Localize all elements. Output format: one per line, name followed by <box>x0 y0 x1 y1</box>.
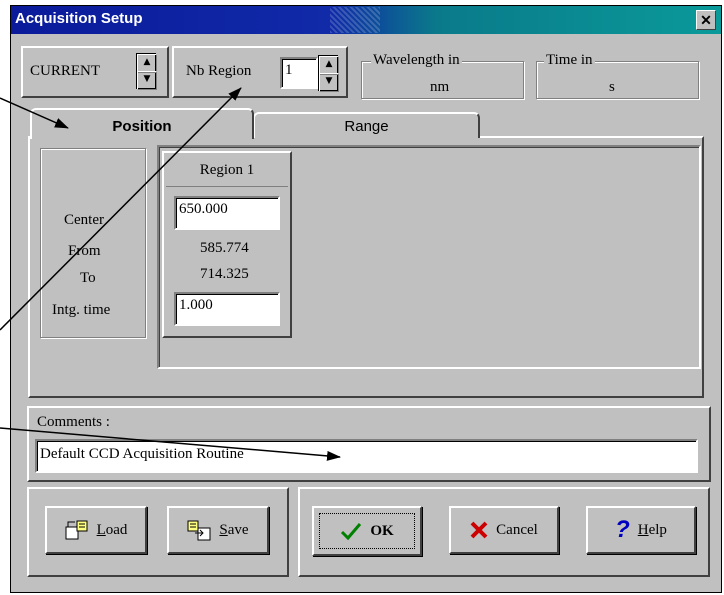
annotation-arrows <box>0 87 341 461</box>
arrow-to-nb-region <box>0 87 242 331</box>
arrow-to-position-tab <box>0 97 69 129</box>
arrow-to-comments <box>0 427 341 461</box>
